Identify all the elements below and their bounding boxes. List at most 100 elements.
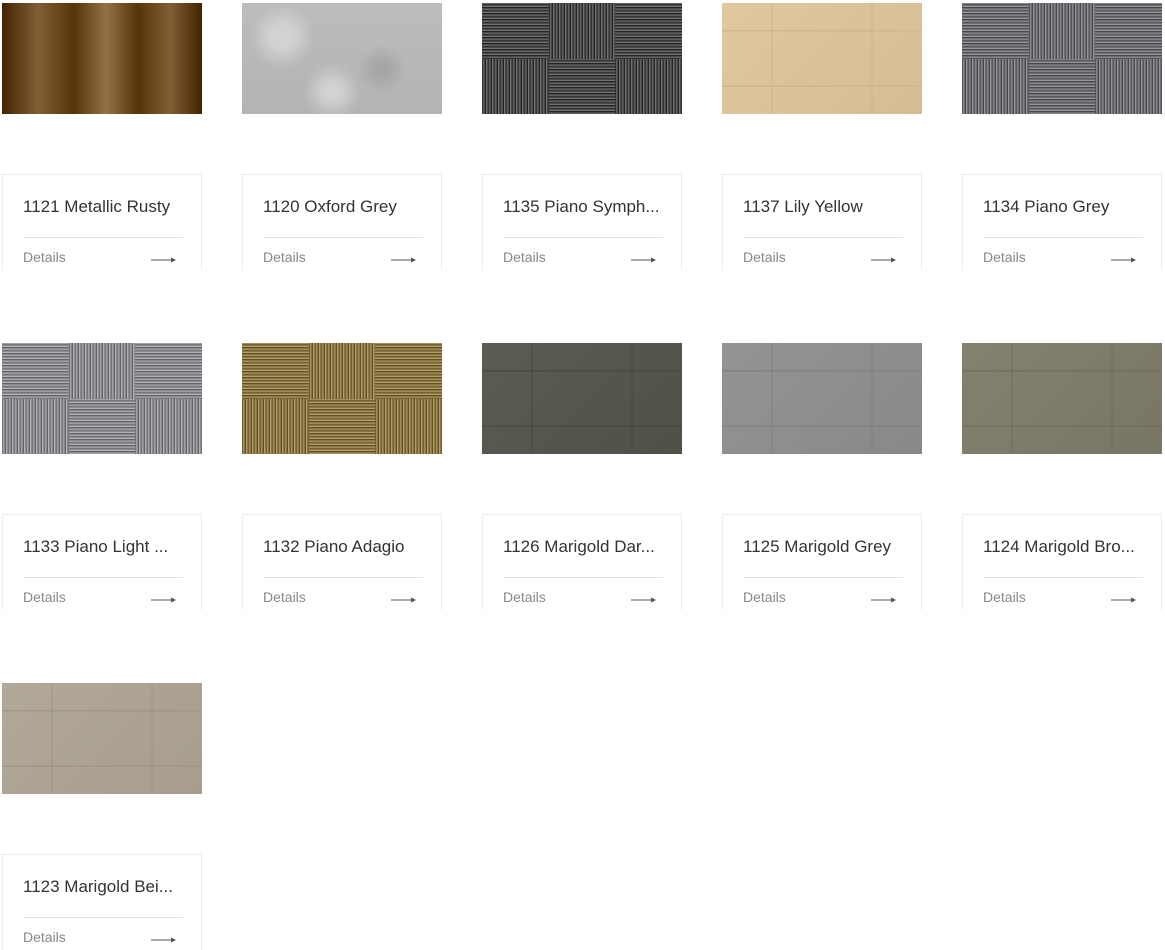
product-swatch-image[interactable] xyxy=(242,343,442,454)
product-name[interactable]: 1132 Piano Adagio xyxy=(263,537,423,557)
details-link[interactable]: Details xyxy=(263,587,423,609)
details-link[interactable]: Details xyxy=(743,587,903,609)
details-link[interactable]: Details xyxy=(503,247,663,269)
product-name[interactable]: 1121 Metallic Rusty xyxy=(23,197,183,217)
arrow-right-icon xyxy=(391,597,416,603)
details-link[interactable]: Details xyxy=(23,587,183,609)
details-link[interactable]: Details xyxy=(743,247,903,269)
swatch-tile xyxy=(962,3,1030,59)
swatch-tile xyxy=(548,3,617,59)
product-info-box: 1126 Marigold Dar... Details xyxy=(482,514,682,610)
arrow-right-icon xyxy=(631,597,656,603)
product-info-box: 1134 Piano Grey Details xyxy=(962,174,1162,270)
details-link[interactable]: Details xyxy=(983,247,1143,269)
product-swatch-image[interactable] xyxy=(962,3,1162,114)
divider xyxy=(983,237,1143,238)
swatch-tile xyxy=(242,398,310,454)
arrow-right-icon xyxy=(1111,257,1136,263)
arrow-right-icon xyxy=(151,937,176,943)
product-name[interactable]: 1126 Marigold Dar... xyxy=(503,537,663,557)
swatch-tile xyxy=(615,58,682,114)
details-label: Details xyxy=(503,589,546,605)
product-swatch-image[interactable] xyxy=(2,683,202,794)
product-swatch-image[interactable] xyxy=(242,3,442,114)
swatch-tile xyxy=(482,58,550,114)
product-name[interactable]: 1125 Marigold Grey xyxy=(743,537,903,557)
product-name[interactable]: 1123 Marigold Bei... xyxy=(23,877,183,897)
details-label: Details xyxy=(743,249,786,265)
details-label: Details xyxy=(263,249,306,265)
arrow-right-icon xyxy=(871,257,896,263)
product-name[interactable]: 1124 Marigold Bro... xyxy=(983,537,1143,557)
swatch-tile xyxy=(2,343,70,399)
product-swatch-image[interactable] xyxy=(962,343,1162,454)
details-label: Details xyxy=(23,589,66,605)
swatch-tile xyxy=(375,398,442,454)
details-link[interactable]: Details xyxy=(983,587,1143,609)
arrow-right-icon xyxy=(151,257,176,263)
divider xyxy=(503,577,663,578)
swatch-tile xyxy=(375,343,442,399)
product-info-box: 1133 Piano Light ... Details xyxy=(2,514,202,610)
product-swatch-image[interactable] xyxy=(2,3,202,114)
swatch-tile xyxy=(548,58,617,114)
swatch-tile xyxy=(68,343,137,399)
divider xyxy=(23,237,183,238)
arrow-right-icon xyxy=(391,257,416,263)
swatch-tile xyxy=(482,3,550,59)
product-name[interactable]: 1137 Lily Yellow xyxy=(743,197,903,217)
product-info-box: 1123 Marigold Bei... Details xyxy=(2,854,202,950)
product-swatch-image[interactable] xyxy=(722,3,922,114)
divider xyxy=(263,237,423,238)
swatch-tile xyxy=(615,3,682,59)
product-info-box: 1121 Metallic Rusty Details xyxy=(2,174,202,270)
swatch-tile xyxy=(2,398,70,454)
swatch-tile xyxy=(308,398,377,454)
product-name[interactable]: 1133 Piano Light ... xyxy=(23,537,183,557)
product-name[interactable]: 1120 Oxford Grey xyxy=(263,197,423,217)
swatch-tile xyxy=(1028,3,1097,59)
product-info-box: 1135 Piano Symph... Details xyxy=(482,174,682,270)
swatch-tile xyxy=(135,343,202,399)
arrow-right-icon xyxy=(1111,597,1136,603)
details-link[interactable]: Details xyxy=(263,247,423,269)
product-name[interactable]: 1135 Piano Symph... xyxy=(503,197,663,217)
swatch-tile xyxy=(308,343,377,399)
product-swatch-image[interactable] xyxy=(482,343,682,454)
details-label: Details xyxy=(23,929,66,945)
details-link[interactable]: Details xyxy=(23,927,183,949)
arrow-right-icon xyxy=(871,597,896,603)
swatch-tile xyxy=(242,343,310,399)
divider xyxy=(263,577,423,578)
swatch-tile xyxy=(68,398,137,454)
product-info-box: 1132 Piano Adagio Details xyxy=(242,514,442,610)
product-swatch-image[interactable] xyxy=(482,3,682,114)
details-label: Details xyxy=(263,589,306,605)
details-link[interactable]: Details xyxy=(503,587,663,609)
product-info-box: 1124 Marigold Bro... Details xyxy=(962,514,1162,610)
product-name[interactable]: 1134 Piano Grey xyxy=(983,197,1143,217)
divider xyxy=(23,577,183,578)
arrow-right-icon xyxy=(631,257,656,263)
details-label: Details xyxy=(743,589,786,605)
product-swatch-image[interactable] xyxy=(722,343,922,454)
swatch-tile xyxy=(962,58,1030,114)
arrow-right-icon xyxy=(151,597,176,603)
details-link[interactable]: Details xyxy=(23,247,183,269)
product-info-box: 1137 Lily Yellow Details xyxy=(722,174,922,270)
product-info-box: 1120 Oxford Grey Details xyxy=(242,174,442,270)
details-label: Details xyxy=(503,249,546,265)
swatch-tile xyxy=(135,398,202,454)
product-swatch-image[interactable] xyxy=(2,343,202,454)
divider xyxy=(743,237,903,238)
divider xyxy=(503,237,663,238)
swatch-tile xyxy=(1028,58,1097,114)
divider xyxy=(983,577,1143,578)
details-label: Details xyxy=(983,249,1026,265)
details-label: Details xyxy=(983,589,1026,605)
swatch-tile xyxy=(1095,3,1162,59)
swatch-tile xyxy=(1095,58,1162,114)
details-label: Details xyxy=(23,249,66,265)
product-info-box: 1125 Marigold Grey Details xyxy=(722,514,922,610)
divider xyxy=(743,577,903,578)
